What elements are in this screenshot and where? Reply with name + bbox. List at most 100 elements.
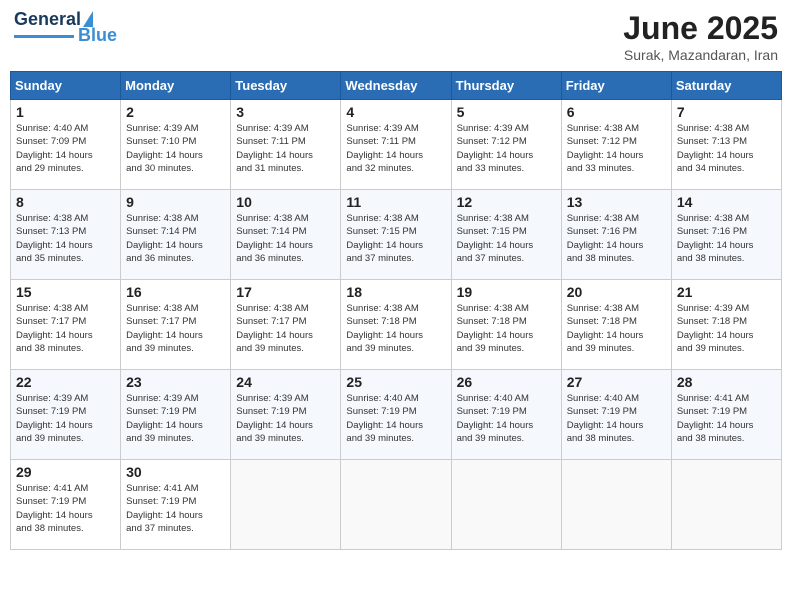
calendar-cell [671,460,781,550]
cell-info: Sunrise: 4:38 AM Sunset: 7:17 PM Dayligh… [236,302,335,355]
day-number: 2 [126,104,225,120]
calendar-cell [231,460,341,550]
calendar-cell [341,460,451,550]
cell-info: Sunrise: 4:38 AM Sunset: 7:12 PM Dayligh… [567,122,666,175]
day-number: 27 [567,374,666,390]
weekday-header-sunday: Sunday [11,72,121,100]
cell-info: Sunrise: 4:39 AM Sunset: 7:10 PM Dayligh… [126,122,225,175]
calendar-week-row: 29 Sunrise: 4:41 AM Sunset: 7:19 PM Dayli… [11,460,782,550]
cell-info: Sunrise: 4:40 AM Sunset: 7:19 PM Dayligh… [567,392,666,445]
calendar-cell: 13Sunrise: 4:38 AM Sunset: 7:16 PM Dayli… [561,190,671,280]
calendar-cell: 14 Sunrise: 4:38 AM Sunset: 7:16 PM Dayli… [671,190,781,280]
day-number: 13 [567,194,666,210]
weekday-header-tuesday: Tuesday [231,72,341,100]
day-number: 20 [567,284,666,300]
cell-info: Sunrise: 4:41 AM Sunset: 7:19 PM Dayligh… [677,392,776,445]
day-number: 24 [236,374,335,390]
day-number: 19 [457,284,556,300]
day-number: 21 [677,284,776,300]
calendar-cell: 3 Sunrise: 4:39 AM Sunset: 7:11 PM Daylig… [231,100,341,190]
cell-info: Sunrise: 4:38 AM Sunset: 7:13 PM Dayligh… [16,212,115,265]
calendar-cell: 29 Sunrise: 4:41 AM Sunset: 7:19 PM Dayli… [11,460,121,550]
day-number: 3 [236,104,335,120]
day-number: 10 [236,194,335,210]
cell-info: Sunrise: 4:38 AM Sunset: 7:17 PM Dayligh… [16,302,115,355]
day-number: 30 [126,464,225,480]
calendar-cell: 22Sunrise: 4:39 AM Sunset: 7:19 PM Dayli… [11,370,121,460]
calendar-cell: 27 Sunrise: 4:40 AM Sunset: 7:19 PM Dayli… [561,370,671,460]
cell-info: Sunrise: 4:39 AM Sunset: 7:19 PM Dayligh… [236,392,335,445]
day-number: 7 [677,104,776,120]
day-number: 8 [16,194,115,210]
cell-info: Sunrise: 4:40 AM Sunset: 7:19 PM Dayligh… [346,392,445,445]
logo-blue-text: Blue [78,26,117,44]
day-number: 26 [457,374,556,390]
cell-info: Sunrise: 4:41 AM Sunset: 7:19 PM Dayligh… [16,482,115,535]
calendar-cell: 23 Sunrise: 4:39 AM Sunset: 7:19 PM Dayli… [121,370,231,460]
calendar-cell [561,460,671,550]
cell-info: Sunrise: 4:39 AM Sunset: 7:11 PM Dayligh… [236,122,335,175]
calendar-cell: 9Sunrise: 4:38 AM Sunset: 7:14 PM Daylig… [121,190,231,280]
cell-info: Sunrise: 4:38 AM Sunset: 7:14 PM Dayligh… [126,212,225,265]
calendar-header-row: SundayMondayTuesdayWednesdayThursdayFrid… [11,72,782,100]
day-number: 14 [677,194,776,210]
calendar-cell: 2 Sunrise: 4:39 AM Sunset: 7:10 PM Daylig… [121,100,231,190]
day-number: 4 [346,104,445,120]
cell-info: Sunrise: 4:39 AM Sunset: 7:12 PM Dayligh… [457,122,556,175]
calendar-cell: 15Sunrise: 4:38 AM Sunset: 7:17 PM Dayli… [11,280,121,370]
cell-info: Sunrise: 4:38 AM Sunset: 7:16 PM Dayligh… [677,212,776,265]
cell-info: Sunrise: 4:38 AM Sunset: 7:17 PM Dayligh… [126,302,225,355]
cell-info: Sunrise: 4:38 AM Sunset: 7:14 PM Dayligh… [236,212,335,265]
month-title: June 2025 [623,10,778,47]
day-number: 12 [457,194,556,210]
calendar-cell: 5Sunrise: 4:39 AM Sunset: 7:12 PM Daylig… [451,100,561,190]
weekday-header-friday: Friday [561,72,671,100]
weekday-header-thursday: Thursday [451,72,561,100]
page-header: General Blue June 2025 Surak, Mazandaran… [10,10,782,63]
cell-info: Sunrise: 4:39 AM Sunset: 7:19 PM Dayligh… [16,392,115,445]
calendar-cell: 30Sunrise: 4:41 AM Sunset: 7:19 PM Dayli… [121,460,231,550]
calendar-cell: 25 Sunrise: 4:40 AM Sunset: 7:19 PM Dayli… [341,370,451,460]
day-number: 11 [346,194,445,210]
calendar-table: SundayMondayTuesdayWednesdayThursdayFrid… [10,71,782,550]
calendar-cell: 8 Sunrise: 4:38 AM Sunset: 7:13 PM Daylig… [11,190,121,280]
cell-info: Sunrise: 4:39 AM Sunset: 7:19 PM Dayligh… [126,392,225,445]
logo-line [14,35,74,38]
calendar-cell: 10 Sunrise: 4:38 AM Sunset: 7:14 PM Dayli… [231,190,341,280]
calendar-week-row: 1Sunrise: 4:40 AM Sunset: 7:09 PM Daylig… [11,100,782,190]
day-number: 6 [567,104,666,120]
calendar-cell: 12 Sunrise: 4:38 AM Sunset: 7:15 PM Dayli… [451,190,561,280]
calendar-cell: 26 Sunrise: 4:40 AM Sunset: 7:19 PM Dayli… [451,370,561,460]
day-number: 25 [346,374,445,390]
title-block: June 2025 Surak, Mazandaran, Iran [623,10,778,63]
day-number: 1 [16,104,115,120]
day-number: 28 [677,374,776,390]
calendar-cell: 4Sunrise: 4:39 AM Sunset: 7:11 PM Daylig… [341,100,451,190]
calendar-cell: 19 Sunrise: 4:38 AM Sunset: 7:18 PM Dayli… [451,280,561,370]
cell-info: Sunrise: 4:38 AM Sunset: 7:18 PM Dayligh… [346,302,445,355]
calendar-cell: 24 Sunrise: 4:39 AM Sunset: 7:19 PM Dayli… [231,370,341,460]
day-number: 23 [126,374,225,390]
cell-info: Sunrise: 4:38 AM Sunset: 7:15 PM Dayligh… [457,212,556,265]
day-number: 29 [16,464,115,480]
day-number: 18 [346,284,445,300]
calendar-week-row: 22Sunrise: 4:39 AM Sunset: 7:19 PM Dayli… [11,370,782,460]
calendar-cell: 7Sunrise: 4:38 AM Sunset: 7:13 PM Daylig… [671,100,781,190]
calendar-cell: 11 Sunrise: 4:38 AM Sunset: 7:15 PM Dayli… [341,190,451,280]
cell-info: Sunrise: 4:38 AM Sunset: 7:15 PM Dayligh… [346,212,445,265]
cell-info: Sunrise: 4:38 AM Sunset: 7:18 PM Dayligh… [567,302,666,355]
calendar-cell: 16Sunrise: 4:38 AM Sunset: 7:17 PM Dayli… [121,280,231,370]
calendar-cell: 21Sunrise: 4:39 AM Sunset: 7:18 PM Dayli… [671,280,781,370]
weekday-header-monday: Monday [121,72,231,100]
calendar-cell: 6 Sunrise: 4:38 AM Sunset: 7:12 PM Daylig… [561,100,671,190]
location-text: Surak, Mazandaran, Iran [623,47,778,63]
calendar-cell: 1Sunrise: 4:40 AM Sunset: 7:09 PM Daylig… [11,100,121,190]
cell-info: Sunrise: 4:40 AM Sunset: 7:19 PM Dayligh… [457,392,556,445]
day-number: 17 [236,284,335,300]
cell-info: Sunrise: 4:38 AM Sunset: 7:18 PM Dayligh… [457,302,556,355]
calendar-cell: 28 Sunrise: 4:41 AM Sunset: 7:19 PM Dayli… [671,370,781,460]
calendar-cell [451,460,561,550]
logo: General Blue [14,10,117,44]
calendar-cell: 17 Sunrise: 4:38 AM Sunset: 7:17 PM Dayli… [231,280,341,370]
calendar-cell: 20 Sunrise: 4:38 AM Sunset: 7:18 PM Dayli… [561,280,671,370]
